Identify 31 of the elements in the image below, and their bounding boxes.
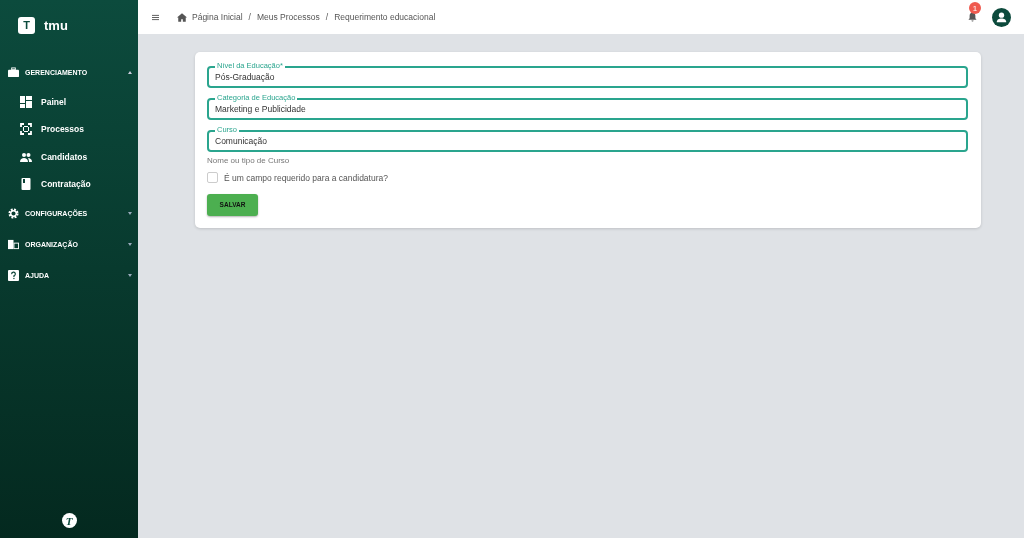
building-icon	[8, 239, 19, 250]
checkbox-label: É um campo requerido para a candidatura?	[224, 172, 388, 183]
brand-name: tmu	[44, 17, 68, 33]
book-icon	[20, 178, 32, 191]
breadcrumb-separator: /	[325, 12, 329, 22]
people-icon	[20, 150, 32, 163]
breadcrumb-link[interactable]: Página Inicial	[192, 12, 243, 22]
helper-text: Nome ou tipo de Curso	[207, 156, 291, 165]
bell-icon[interactable]	[968, 12, 977, 22]
checkbox[interactable]	[207, 172, 218, 183]
sidebar-item[interactable]: Painel	[0, 88, 138, 116]
sidebar-item[interactable]: Contratação	[0, 170, 138, 198]
help-icon	[8, 270, 19, 281]
sidebar-item[interactable]: Processos	[0, 115, 138, 143]
settings-icon	[8, 208, 19, 219]
brand-logo: T	[18, 16, 35, 34]
caret-icon	[128, 71, 132, 74]
footer-logo: T	[61, 513, 77, 528]
caret-icon	[128, 243, 132, 246]
briefcase-icon	[8, 67, 19, 78]
breadcrumb-link[interactable]: Meus Processos	[256, 12, 320, 22]
home-icon[interactable]	[177, 12, 187, 22]
breadcrumb-separator: /	[248, 12, 251, 22]
menu-icon[interactable]	[152, 13, 159, 21]
sidebar-item[interactable]: Candidatos	[0, 143, 138, 171]
caret-icon	[128, 274, 132, 277]
frame-icon	[20, 123, 32, 136]
caret-icon	[128, 212, 132, 215]
notification-badge: 1	[969, 2, 981, 14]
avatar-icon[interactable]	[992, 7, 1011, 27]
dashboard-icon	[20, 95, 32, 108]
